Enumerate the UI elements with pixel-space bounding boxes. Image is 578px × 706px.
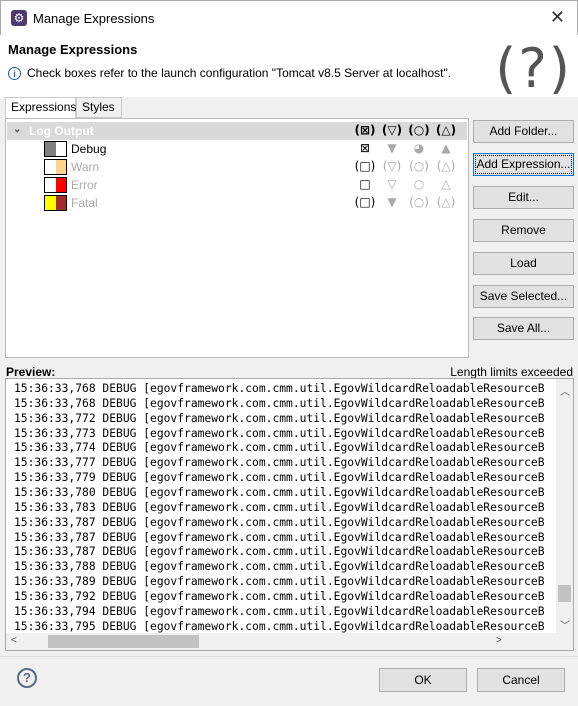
help-icon[interactable]: ? xyxy=(17,668,37,688)
notify-toggle-icon[interactable]: △ xyxy=(435,177,457,191)
filter-toggle-icon[interactable]: ▽ xyxy=(381,177,403,191)
help-banner-icon: (?) xyxy=(495,37,572,100)
log-line: 15:36:33,773 DEBUG [egovframework.com.cm… xyxy=(14,426,545,440)
horizontal-scroll-thumb[interactable] xyxy=(48,635,199,648)
tree-item-warn[interactable]: Warn (□) (▽) (○) (△) xyxy=(7,158,467,176)
header-message: i Check boxes refer to the launch configu… xyxy=(8,66,451,80)
folder-circle-column[interactable]: (○) xyxy=(408,123,430,137)
log-line: 15:36:33,788 DEBUG [egovframework.com.cm… xyxy=(14,560,545,574)
highlight-toggle-icon[interactable]: (○) xyxy=(408,159,430,173)
filter-toggle-icon[interactable]: (▽) xyxy=(381,159,403,173)
dialog-header: Manage Expressions i Check boxes refer to… xyxy=(0,35,578,100)
footer-divider xyxy=(0,656,578,657)
folder-triangle-column[interactable]: (△) xyxy=(435,123,457,137)
scroll-down-icon[interactable]: ﹀ xyxy=(560,617,570,632)
highlight-toggle-icon[interactable]: ○ xyxy=(408,177,430,191)
expression-label: Error xyxy=(71,178,98,192)
window-title: Manage Expressions xyxy=(33,11,155,26)
title-bar: ⚙ Manage Expressions ✕ xyxy=(0,0,578,35)
app-gear-icon: ⚙ xyxy=(11,10,27,26)
notify-toggle-icon[interactable]: ▲ xyxy=(435,141,457,155)
info-icon: i xyxy=(8,67,21,80)
folder-checkbox-column[interactable]: (⊠) xyxy=(354,123,376,137)
log-line: 15:36:33,795 DEBUG [egovframework.com.cm… xyxy=(14,619,545,633)
log-line: 15:36:33,772 DEBUG [egovframework.com.cm… xyxy=(14,411,545,425)
style-swatch xyxy=(44,177,67,193)
close-icon[interactable]: ✕ xyxy=(550,7,565,28)
notify-toggle-icon[interactable]: (△) xyxy=(435,159,457,173)
log-line: 15:36:33,768 DEBUG [egovframework.com.cm… xyxy=(14,396,545,410)
log-line: 15:36:33,787 DEBUG [egovframework.com.cm… xyxy=(14,545,545,559)
preview-label: Preview: xyxy=(6,365,56,379)
notify-toggle-icon[interactable]: (△) xyxy=(435,195,457,209)
enabled-checkbox[interactable]: (□) xyxy=(354,159,376,173)
style-swatch xyxy=(44,141,67,157)
log-line: 15:36:33,787 DEBUG [egovframework.com.cm… xyxy=(14,530,545,544)
style-swatch xyxy=(44,195,67,211)
log-line: 15:36:33,779 DEBUG [egovframework.com.cm… xyxy=(14,471,545,485)
scroll-left-icon[interactable]: < xyxy=(11,635,17,646)
tab-styles[interactable]: Styles xyxy=(76,97,122,118)
folder-filter-column[interactable]: (▽) xyxy=(381,123,403,137)
log-line: 15:36:33,768 DEBUG [egovframework.com.cm… xyxy=(14,382,545,395)
enabled-checkbox[interactable]: ⊠ xyxy=(354,141,376,155)
save-all-button[interactable]: Save All... xyxy=(473,317,574,340)
header-title: Manage Expressions xyxy=(8,42,138,57)
header-message-text: Check boxes refer to the launch configur… xyxy=(27,66,452,80)
save-selected-button[interactable]: Save Selected... xyxy=(473,285,574,308)
expression-label: Warn xyxy=(71,160,100,174)
horizontal-scrollbar[interactable]: < > xyxy=(6,633,573,650)
tab-expressions[interactable]: Expressions xyxy=(5,97,76,119)
vertical-scrollbar[interactable]: ︿ ﹀ xyxy=(556,379,573,633)
filter-toggle-icon[interactable]: ▼ xyxy=(381,195,403,209)
remove-button[interactable]: Remove xyxy=(473,219,574,242)
tree-item-error[interactable]: Error □ ▽ ○ △ xyxy=(7,176,467,194)
expression-label: Fatal xyxy=(71,196,98,210)
tree-folder-log-output[interactable]: ⌄ Log Output (⊠) (▽) (○) (△) xyxy=(7,122,467,140)
tree-item-fatal[interactable]: Fatal (□) ▼ (○) (△) xyxy=(7,194,467,212)
edit-button[interactable]: Edit... xyxy=(473,186,574,209)
scroll-right-icon[interactable]: > xyxy=(496,635,502,646)
preview-status: Length limits exceeded xyxy=(450,365,573,379)
ok-button[interactable]: OK xyxy=(379,668,467,692)
filter-toggle-icon[interactable]: ▼ xyxy=(381,141,403,155)
folder-label: Log Output xyxy=(29,124,94,138)
cancel-button[interactable]: Cancel xyxy=(477,668,565,692)
style-swatch xyxy=(44,159,67,175)
log-line: 15:36:33,787 DEBUG [egovframework.com.cm… xyxy=(14,515,545,529)
preview-area[interactable]: ︿ ﹀ < > 15:36:33,768 DEBUG [egovframewor… xyxy=(5,378,574,651)
expressions-tree[interactable]: ⌄ Log Output (⊠) (▽) (○) (△) Debug ⊠ ▼ ◕ ▲ W… xyxy=(5,118,469,358)
enabled-checkbox[interactable]: (□) xyxy=(354,195,376,209)
vertical-scroll-thumb[interactable] xyxy=(558,585,571,602)
enabled-checkbox[interactable]: □ xyxy=(354,177,376,191)
chevron-down-icon[interactable]: ⌄ xyxy=(13,124,21,135)
tree-item-debug[interactable]: Debug ⊠ ▼ ◕ ▲ xyxy=(7,140,467,158)
expression-label: Debug xyxy=(71,142,107,156)
log-line: 15:36:33,777 DEBUG [egovframework.com.cm… xyxy=(14,456,545,470)
add-folder-button[interactable]: Add Folder... xyxy=(473,120,574,143)
add-expression-button[interactable]: Add Expression... xyxy=(473,153,574,176)
log-line: 15:36:33,774 DEBUG [egovframework.com.cm… xyxy=(14,441,545,455)
load-button[interactable]: Load xyxy=(473,252,574,275)
log-line: 15:36:33,792 DEBUG [egovframework.com.cm… xyxy=(14,589,545,603)
log-line: 15:36:33,780 DEBUG [egovframework.com.cm… xyxy=(14,485,545,499)
highlight-toggle-icon[interactable]: ◕ xyxy=(408,141,430,155)
log-line: 15:36:33,794 DEBUG [egovframework.com.cm… xyxy=(14,604,545,618)
scroll-up-icon[interactable]: ︿ xyxy=(560,383,570,398)
log-line: 15:36:33,789 DEBUG [egovframework.com.cm… xyxy=(14,575,545,589)
log-line: 15:36:33,783 DEBUG [egovframework.com.cm… xyxy=(14,500,545,514)
highlight-toggle-icon[interactable]: (○) xyxy=(408,195,430,209)
